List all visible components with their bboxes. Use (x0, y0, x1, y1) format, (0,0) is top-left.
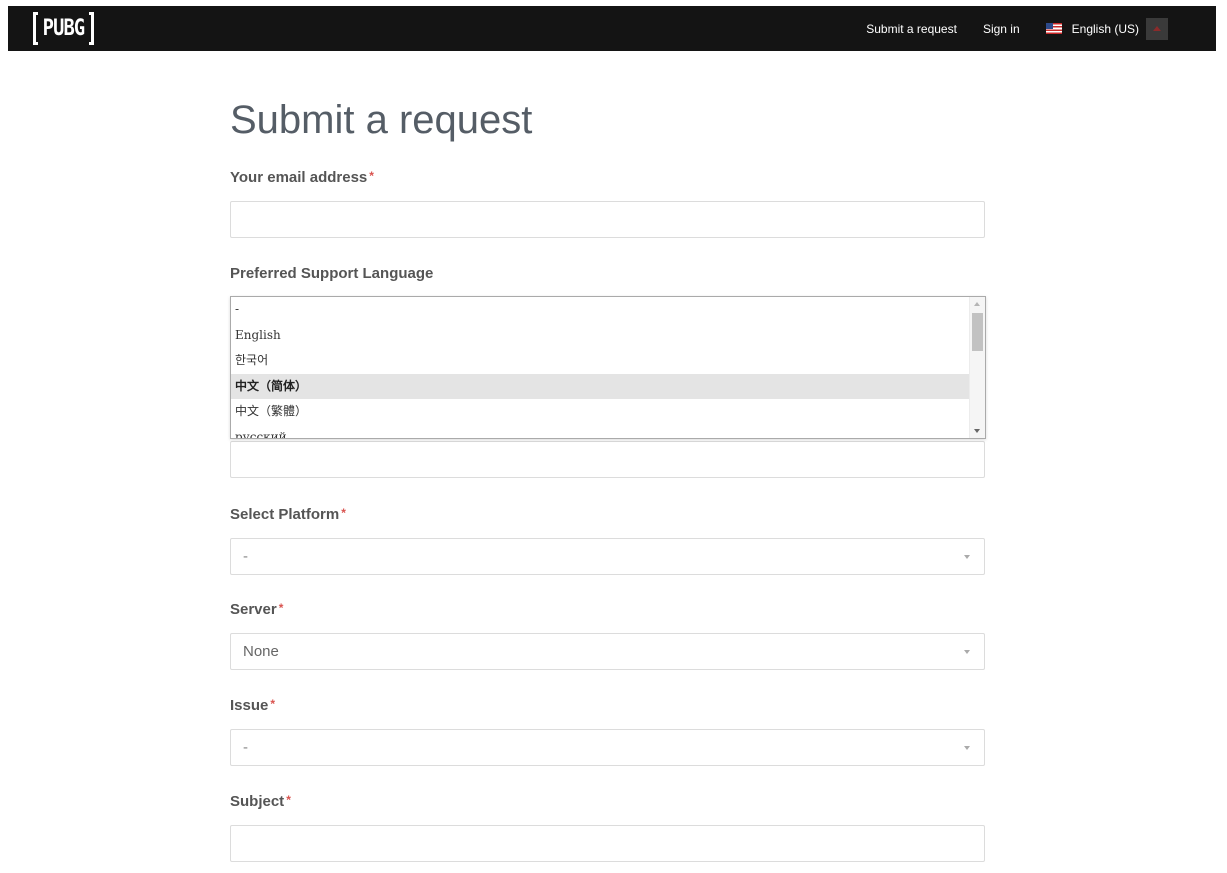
top-bar: PUBG Submit a request Sign in English (U… (0, 0, 1227, 58)
support-language-listbox[interactable]: - English 한국어 中文（简体） 中文（繁體） русский (230, 296, 986, 439)
chevron-down-icon (964, 745, 970, 750)
platform-select-value: - (243, 548, 248, 565)
language-option[interactable]: 中文（繁體） (231, 399, 969, 425)
header: PUBG Submit a request Sign in English (U… (8, 6, 1216, 51)
language-option[interactable]: 中文（简体） (231, 373, 969, 399)
listbox-scrollbar[interactable] (969, 297, 985, 438)
subject-label-text: Subject (230, 793, 285, 810)
caret-up-icon (1153, 26, 1161, 31)
subject-input[interactable] (230, 825, 985, 862)
language-dropdown-button[interactable] (1146, 17, 1168, 40)
page-title: Submit a request (230, 98, 533, 142)
email-label-text: Your email address (230, 169, 368, 186)
logo-bracket-right (88, 12, 94, 45)
required-star: * (270, 697, 276, 711)
scroll-down-icon[interactable] (974, 429, 980, 433)
issue-select-value: - (243, 739, 248, 756)
language-label: English (US) (1071, 21, 1139, 36)
platform-label: Select Platform * (230, 506, 346, 523)
language-switcher[interactable]: English (US) (1045, 17, 1168, 40)
server-select-value: None (243, 643, 279, 660)
language-option[interactable]: - (231, 297, 969, 323)
email-label: Your email address * (230, 169, 374, 186)
pubg-logo[interactable]: PUBG (33, 11, 103, 46)
scroll-thumb[interactable] (972, 313, 983, 351)
support-language-select[interactable] (230, 441, 985, 478)
issue-label: Issue * (230, 697, 275, 714)
required-star: * (341, 506, 346, 520)
email-input[interactable] (230, 201, 985, 238)
logo-bracket-left (33, 12, 38, 45)
required-star: * (286, 793, 291, 807)
sign-in-link[interactable]: Sign in (983, 22, 1020, 36)
header-nav: Submit a request Sign in English (US) (866, 6, 1216, 51)
language-option[interactable]: 한국어 (231, 348, 969, 374)
us-flag-icon (1045, 23, 1062, 34)
logo-text: PUBG (42, 15, 85, 41)
platform-select[interactable]: - (230, 538, 985, 575)
platform-label-text: Select Platform (230, 506, 340, 523)
chevron-down-icon (964, 554, 970, 559)
server-label-text: Server (230, 601, 277, 618)
server-label: Server * (230, 601, 283, 618)
submit-request-link[interactable]: Submit a request (866, 22, 957, 36)
chevron-down-icon (964, 649, 970, 654)
scroll-up-icon[interactable] (974, 302, 980, 306)
support-language-label: Preferred Support Language (230, 265, 434, 282)
server-select[interactable]: None (230, 633, 985, 670)
required-star: * (278, 601, 284, 615)
required-star: * (369, 169, 374, 183)
language-option[interactable]: English (231, 323, 969, 349)
issue-select[interactable]: - (230, 729, 985, 766)
listbox-options: - English 한국어 中文（简体） 中文（繁體） русский (231, 297, 969, 439)
subject-label: Subject * (230, 793, 291, 810)
language-option[interactable]: русский (231, 425, 969, 439)
issue-label-text: Issue (230, 697, 269, 714)
